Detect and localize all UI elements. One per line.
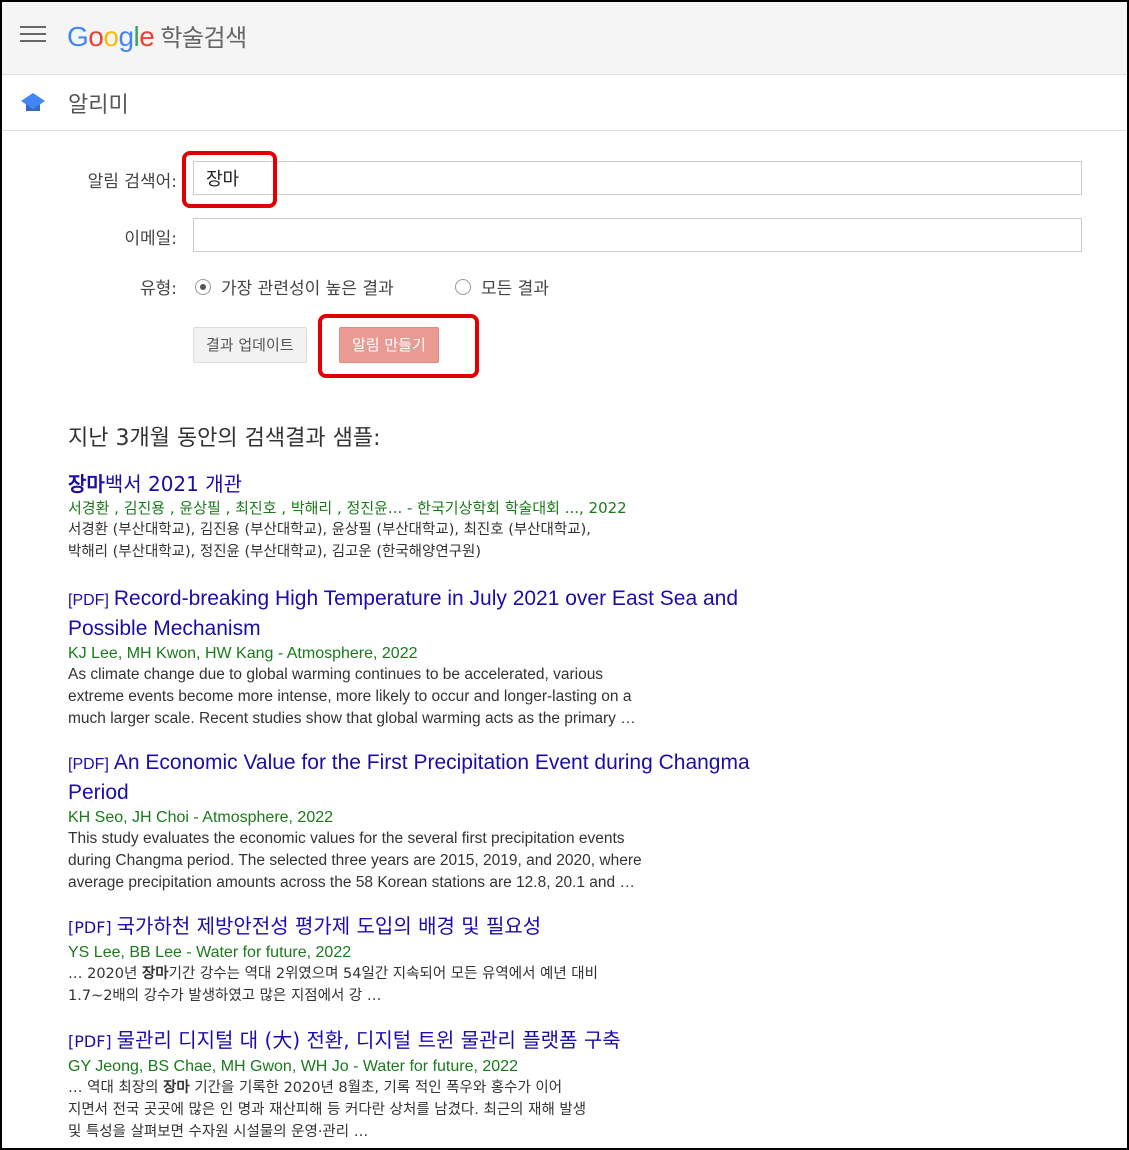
result-title-link[interactable]: 장마백서 2021 개관 [68, 470, 788, 498]
result-title-link[interactable]: [PDF] 물관리 디지털 대 (大) 전환, 디지털 트윈 물관리 플랫폼 구축 [68, 1026, 788, 1056]
query-label: 알림 검색어: [87, 172, 177, 192]
hamburger-menu-icon[interactable] [20, 26, 46, 46]
result-snippet: This study evaluates the economic values… [68, 830, 642, 891]
page-title: 알리미 [68, 93, 129, 118]
result-authors: KJ Lee, MH Kwon, HW Kang - Atmosphere, 2… [68, 645, 418, 662]
result-item: [PDF] 물관리 디지털 대 (大) 전환, 디지털 트윈 물관리 플랫폼 구축… [68, 1026, 788, 1143]
radio-most-relevant[interactable]: 가장 관련성이 높은 결과 [195, 274, 394, 299]
result-item: 장마백서 2021 개관 서경환 , 김진용 , 윤상필 , 최진호 , 박해리… [68, 470, 788, 563]
google-wordmark: Google [67, 21, 155, 52]
alert-query-input[interactable] [193, 161, 1082, 195]
product-name: 학술검색 [160, 24, 247, 52]
radio-all-results[interactable]: 모든 결과 [455, 274, 549, 299]
result-authors: YS Lee, BB Lee - Water for future, 2022 [68, 944, 352, 961]
radio-label: 모든 결과 [481, 279, 549, 299]
radio-label: 가장 관련성이 높은 결과 [221, 279, 394, 299]
radio-checked-icon [195, 278, 211, 295]
result-authors: GY Jeong, BS Chae, MH Gwon, WH Jo - Wate… [68, 1058, 518, 1075]
alerts-header: 알리미 [2, 75, 1127, 131]
pdf-tag: [PDF] [68, 918, 112, 937]
result-title-link[interactable]: [PDF] 국가하천 제방안전성 평가제 도입의 배경 및 필요성 [68, 912, 788, 942]
result-snippet: … 역대 최장의 장마 기간을 기록한 2020년 8월초, 기록 적인 폭우와… [68, 1080, 587, 1140]
google-scholar-logo[interactable]: Google 학술검색 [67, 18, 247, 53]
create-alert-button[interactable]: 알림 만들기 [339, 327, 439, 363]
result-authors: KH Seo, JH Choi - Atmosphere, 2022 [68, 809, 334, 826]
pdf-tag: [PDF] [68, 592, 109, 609]
email-input[interactable] [193, 218, 1082, 252]
sample-results-heading: 지난 3개월 동안의 검색결과 샘플: [68, 426, 381, 451]
update-results-button[interactable]: 결과 업데이트 [193, 327, 307, 363]
result-item: [PDF] Record-breaking High Temperature in… [68, 585, 788, 730]
result-item: [PDF] An Economic Value for the First Pre… [68, 749, 788, 894]
radio-unchecked-icon [455, 278, 471, 295]
type-label: 유형: [139, 279, 177, 299]
top-bar: Google 학술검색 [2, 2, 1127, 75]
result-snippet: … 2020년 장마기간 강수는 역대 2위였으며 54일간 지속되어 모든 유… [68, 966, 598, 1004]
result-snippet: As climate change due to global warming … [68, 666, 636, 727]
result-title-link[interactable]: [PDF] An Economic Value for the First Pre… [68, 749, 788, 807]
result-snippet: 서경환 (부산대학교), 김진용 (부산대학교), 윤상필 (부산대학교), 최… [68, 522, 591, 560]
pdf-tag: [PDF] [68, 756, 109, 773]
pdf-tag: [PDF] [68, 1032, 112, 1051]
scholar-cap-icon [21, 93, 45, 111]
result-authors: 서경환 , 김진용 , 윤상필 , 최진호 , 박해리 , 정진윤... - 한… [68, 499, 627, 517]
result-title-link[interactable]: [PDF] Record-breaking High Temperature in… [68, 585, 788, 643]
result-item: [PDF] 국가하천 제방안전성 평가제 도입의 배경 및 필요성 YS Lee,… [68, 912, 788, 1007]
email-label: 이메일: [124, 229, 177, 249]
